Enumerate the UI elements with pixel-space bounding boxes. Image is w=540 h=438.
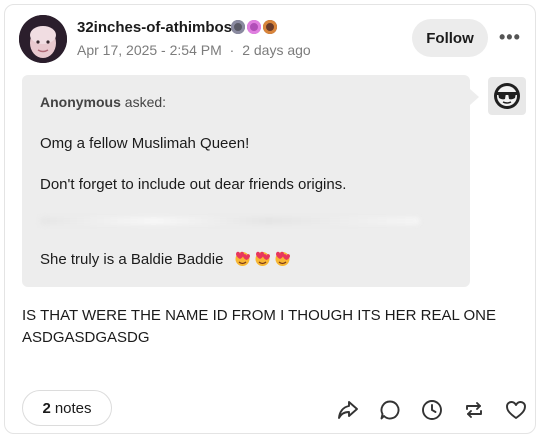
follow-button[interactable]: Follow bbox=[412, 19, 488, 57]
emoji-group bbox=[234, 250, 291, 267]
blog-avatar[interactable] bbox=[19, 15, 67, 63]
ask-text-line-1: Omg a fellow Muslimah Queen! bbox=[40, 135, 250, 152]
blog-name[interactable]: 32inches-of-athimbos bbox=[77, 19, 232, 36]
badge-icon[interactable] bbox=[263, 20, 277, 34]
heart-face-emoji-icon bbox=[254, 250, 271, 267]
notes-label: notes bbox=[54, 399, 92, 417]
heart-face-emoji-icon bbox=[274, 250, 291, 267]
post-timestamp[interactable]: Apr 17, 2025 - 2:54 PM bbox=[77, 42, 222, 58]
asked-label: asked: bbox=[124, 94, 167, 110]
blurred-text bbox=[40, 217, 420, 225]
notes-button[interactable]: 2 notes bbox=[22, 390, 112, 426]
reply-icon[interactable] bbox=[377, 397, 403, 423]
schedule-icon[interactable] bbox=[419, 397, 445, 423]
ask-text-line-3: She truly is a Baldie Baddie bbox=[40, 251, 224, 268]
badge-group bbox=[231, 20, 277, 34]
anonymous-avatar-icon bbox=[488, 77, 526, 115]
ask-bubble: Anonymous asked: Omg a fellow Muslimah Q… bbox=[22, 75, 479, 287]
more-options-icon[interactable]: ••• bbox=[499, 27, 521, 48]
reblog-icon[interactable] bbox=[461, 397, 487, 423]
relative-time: 2 days ago bbox=[242, 42, 311, 58]
notes-count: 2 bbox=[42, 399, 51, 417]
meta-separator: · bbox=[229, 42, 235, 58]
post-card: 32inches-of-athimbos Apr 17, 2025 - 2:54… bbox=[4, 4, 536, 434]
badge-icon[interactable] bbox=[247, 20, 261, 34]
like-icon[interactable] bbox=[503, 397, 529, 423]
ask-text-line-2: Don't forget to include out dear friends… bbox=[40, 176, 347, 193]
post-actions bbox=[335, 397, 529, 423]
heart-face-emoji-icon bbox=[234, 250, 251, 267]
reply-text: IS THAT WERE THE NAME ID FROM I THOUGH I… bbox=[22, 307, 496, 346]
share-icon[interactable] bbox=[335, 397, 361, 423]
post-meta: Apr 17, 2025 - 2:54 PM · 2 days ago bbox=[77, 42, 311, 58]
ask-text-line-3-row: She truly is a Baldie Baddie bbox=[40, 250, 291, 268]
asker-line: Anonymous asked: bbox=[40, 94, 166, 110]
badge-icon[interactable] bbox=[231, 20, 245, 34]
asker-name: Anonymous bbox=[40, 94, 121, 110]
